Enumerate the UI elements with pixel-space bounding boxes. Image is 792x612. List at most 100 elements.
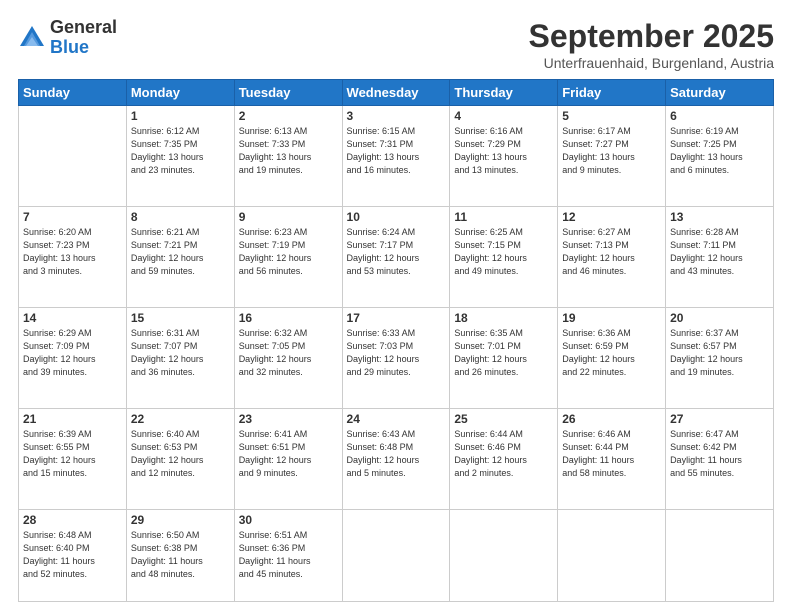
day-number: 27 xyxy=(670,412,769,426)
day-info: Sunrise: 6:20 AM Sunset: 7:23 PM Dayligh… xyxy=(23,226,122,278)
day-info: Sunrise: 6:24 AM Sunset: 7:17 PM Dayligh… xyxy=(347,226,446,278)
day-number: 12 xyxy=(562,210,661,224)
day-number: 6 xyxy=(670,109,769,123)
title-block: September 2025 Unterfrauenhaid, Burgenla… xyxy=(529,18,774,71)
table-row: 6 Sunrise: 6:19 AM Sunset: 7:25 PM Daylig… xyxy=(666,106,774,207)
day-info: Sunrise: 6:46 AM Sunset: 6:44 PM Dayligh… xyxy=(562,428,661,480)
day-info: Sunrise: 6:33 AM Sunset: 7:03 PM Dayligh… xyxy=(347,327,446,379)
day-info: Sunrise: 6:16 AM Sunset: 7:29 PM Dayligh… xyxy=(454,125,553,177)
table-row xyxy=(666,509,774,602)
table-row: 19 Sunrise: 6:36 AM Sunset: 6:59 PM Dayli… xyxy=(558,307,666,408)
day-info: Sunrise: 6:51 AM Sunset: 6:36 PM Dayligh… xyxy=(239,529,338,581)
day-number: 10 xyxy=(347,210,446,224)
day-info: Sunrise: 6:35 AM Sunset: 7:01 PM Dayligh… xyxy=(454,327,553,379)
table-row: 21 Sunrise: 6:39 AM Sunset: 6:55 PM Dayli… xyxy=(19,408,127,509)
day-number: 30 xyxy=(239,513,338,527)
col-saturday: Saturday xyxy=(666,80,774,106)
table-row: 14Sunrise: 6:29 AM Sunset: 7:09 PM Dayli… xyxy=(19,307,127,408)
table-row: 29Sunrise: 6:50 AM Sunset: 6:38 PM Dayli… xyxy=(126,509,234,602)
day-info: Sunrise: 6:41 AM Sunset: 6:51 PM Dayligh… xyxy=(239,428,338,480)
day-info: Sunrise: 6:47 AM Sunset: 6:42 PM Dayligh… xyxy=(670,428,769,480)
col-tuesday: Tuesday xyxy=(234,80,342,106)
day-info: Sunrise: 6:28 AM Sunset: 7:11 PM Dayligh… xyxy=(670,226,769,278)
day-number: 19 xyxy=(562,311,661,325)
table-row: 9Sunrise: 6:23 AM Sunset: 7:19 PM Daylig… xyxy=(234,206,342,307)
logo-text: General Blue xyxy=(50,18,117,58)
day-number: 20 xyxy=(670,311,769,325)
header: General Blue September 2025 Unterfrauenh… xyxy=(18,18,774,71)
table-row: 22Sunrise: 6:40 AM Sunset: 6:53 PM Dayli… xyxy=(126,408,234,509)
day-info: Sunrise: 6:15 AM Sunset: 7:31 PM Dayligh… xyxy=(347,125,446,177)
table-row xyxy=(19,106,127,207)
day-info: Sunrise: 6:31 AM Sunset: 7:07 PM Dayligh… xyxy=(131,327,230,379)
table-row: 24 Sunrise: 6:43 AM Sunset: 6:48 PM Dayli… xyxy=(342,408,450,509)
col-wednesday: Wednesday xyxy=(342,80,450,106)
day-number: 4 xyxy=(454,109,553,123)
table-row: 15 Sunrise: 6:31 AM Sunset: 7:07 PM Dayli… xyxy=(126,307,234,408)
table-row: 28 Sunrise: 6:48 AM Sunset: 6:40 PM Dayli… xyxy=(19,509,127,602)
day-number: 24 xyxy=(347,412,446,426)
page: General Blue September 2025 Unterfrauenh… xyxy=(0,0,792,612)
table-row: 4 Sunrise: 6:16 AM Sunset: 7:29 PM Daylig… xyxy=(450,106,558,207)
day-number: 5 xyxy=(562,109,661,123)
table-row: 30 Sunrise: 6:51 AM Sunset: 6:36 PM Dayli… xyxy=(234,509,342,602)
col-friday: Friday xyxy=(558,80,666,106)
table-row: 23 Sunrise: 6:41 AM Sunset: 6:51 PM Dayli… xyxy=(234,408,342,509)
day-info: Sunrise: 6:32 AM Sunset: 7:05 PM Dayligh… xyxy=(239,327,338,379)
day-info: Sunrise: 6:19 AM Sunset: 7:25 PM Dayligh… xyxy=(670,125,769,177)
col-monday: Monday xyxy=(126,80,234,106)
logo-general: General xyxy=(50,18,117,38)
subtitle: Unterfrauenhaid, Burgenland, Austria xyxy=(529,55,774,71)
calendar-table: Sunday Monday Tuesday Wednesday Thursday… xyxy=(18,79,774,602)
day-number: 11 xyxy=(454,210,553,224)
day-number: 14 xyxy=(23,311,122,325)
table-row: 25 Sunrise: 6:44 AM Sunset: 6:46 PM Dayli… xyxy=(450,408,558,509)
table-row: 13 Sunrise: 6:28 AM Sunset: 7:11 PM Dayli… xyxy=(666,206,774,307)
table-row xyxy=(558,509,666,602)
table-row: 20Sunrise: 6:37 AM Sunset: 6:57 PM Dayli… xyxy=(666,307,774,408)
day-info: Sunrise: 6:21 AM Sunset: 7:21 PM Dayligh… xyxy=(131,226,230,278)
table-row: 16 Sunrise: 6:32 AM Sunset: 7:05 PM Dayli… xyxy=(234,307,342,408)
table-row: 2Sunrise: 6:13 AM Sunset: 7:33 PM Daylig… xyxy=(234,106,342,207)
day-number: 7 xyxy=(23,210,122,224)
day-info: Sunrise: 6:39 AM Sunset: 6:55 PM Dayligh… xyxy=(23,428,122,480)
day-number: 3 xyxy=(347,109,446,123)
day-info: Sunrise: 6:48 AM Sunset: 6:40 PM Dayligh… xyxy=(23,529,122,581)
table-row: 18 Sunrise: 6:35 AM Sunset: 7:01 PM Dayli… xyxy=(450,307,558,408)
calendar-week-row: 14Sunrise: 6:29 AM Sunset: 7:09 PM Dayli… xyxy=(19,307,774,408)
day-number: 23 xyxy=(239,412,338,426)
day-number: 29 xyxy=(131,513,230,527)
day-number: 26 xyxy=(562,412,661,426)
day-info: Sunrise: 6:43 AM Sunset: 6:48 PM Dayligh… xyxy=(347,428,446,480)
table-row xyxy=(342,509,450,602)
day-info: Sunrise: 6:27 AM Sunset: 7:13 PM Dayligh… xyxy=(562,226,661,278)
day-number: 13 xyxy=(670,210,769,224)
day-info: Sunrise: 6:40 AM Sunset: 6:53 PM Dayligh… xyxy=(131,428,230,480)
calendar-week-row: 1Sunrise: 6:12 AM Sunset: 7:35 PM Daylig… xyxy=(19,106,774,207)
day-number: 25 xyxy=(454,412,553,426)
table-row: 26 Sunrise: 6:46 AM Sunset: 6:44 PM Dayli… xyxy=(558,408,666,509)
day-number: 18 xyxy=(454,311,553,325)
table-row: 12 Sunrise: 6:27 AM Sunset: 7:13 PM Dayli… xyxy=(558,206,666,307)
table-row: 3 Sunrise: 6:15 AM Sunset: 7:31 PM Daylig… xyxy=(342,106,450,207)
day-info: Sunrise: 6:13 AM Sunset: 7:33 PM Dayligh… xyxy=(239,125,338,177)
table-row: 5Sunrise: 6:17 AM Sunset: 7:27 PM Daylig… xyxy=(558,106,666,207)
day-info: Sunrise: 6:36 AM Sunset: 6:59 PM Dayligh… xyxy=(562,327,661,379)
day-info: Sunrise: 6:44 AM Sunset: 6:46 PM Dayligh… xyxy=(454,428,553,480)
day-number: 16 xyxy=(239,311,338,325)
col-thursday: Thursday xyxy=(450,80,558,106)
calendar-week-row: 21 Sunrise: 6:39 AM Sunset: 6:55 PM Dayli… xyxy=(19,408,774,509)
table-row: 11Sunrise: 6:25 AM Sunset: 7:15 PM Dayli… xyxy=(450,206,558,307)
calendar-week-row: 7 Sunrise: 6:20 AM Sunset: 7:23 PM Daylig… xyxy=(19,206,774,307)
day-number: 28 xyxy=(23,513,122,527)
table-row: 7 Sunrise: 6:20 AM Sunset: 7:23 PM Daylig… xyxy=(19,206,127,307)
day-number: 1 xyxy=(131,109,230,123)
table-row: 8Sunrise: 6:21 AM Sunset: 7:21 PM Daylig… xyxy=(126,206,234,307)
logo-icon xyxy=(18,24,46,52)
calendar-week-row: 28 Sunrise: 6:48 AM Sunset: 6:40 PM Dayli… xyxy=(19,509,774,602)
logo-blue: Blue xyxy=(50,38,117,58)
day-number: 15 xyxy=(131,311,230,325)
day-number: 21 xyxy=(23,412,122,426)
table-row: 1Sunrise: 6:12 AM Sunset: 7:35 PM Daylig… xyxy=(126,106,234,207)
col-sunday: Sunday xyxy=(19,80,127,106)
